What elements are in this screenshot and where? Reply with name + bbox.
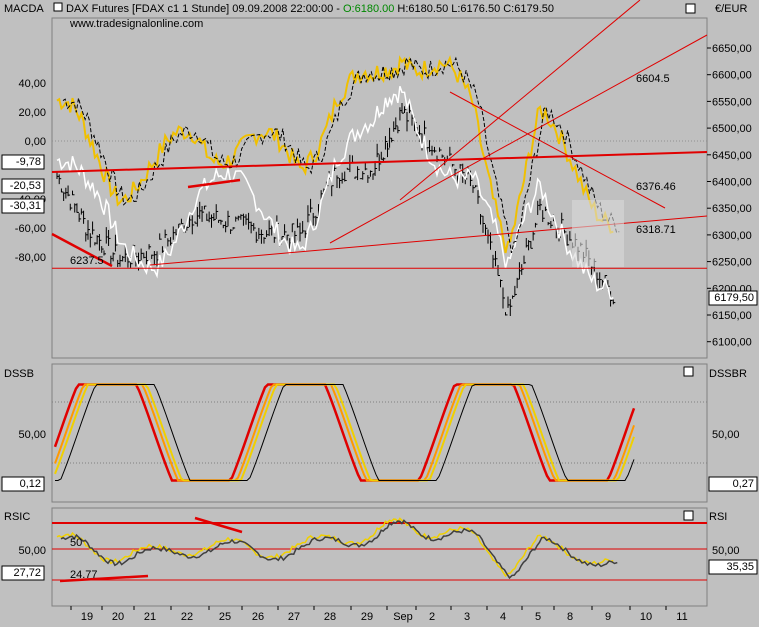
- right-tick-label: 6450,00: [712, 150, 752, 162]
- x-tick-label: 19: [81, 611, 93, 623]
- price-badge: 6179,50: [714, 292, 754, 304]
- dssb-left-tick: 50,00: [18, 429, 46, 441]
- right-tick-label: 6250,00: [712, 257, 752, 269]
- left-tick-label: 0,00: [25, 136, 46, 148]
- x-tick-label: 3: [464, 611, 470, 623]
- x-tick-label: 5: [535, 611, 541, 623]
- header-instrument-text: DAX Futures [FDAX c1 1 Stunde] 09.09.200…: [66, 3, 343, 15]
- main-left-title: MACDA: [4, 3, 44, 15]
- x-tick-label: 28: [324, 611, 336, 623]
- chart-window: MACDA DAX Futures [FDAX c1 1 Stunde] 09.…: [0, 0, 759, 627]
- dssb-right-title: DSSBR: [709, 368, 747, 380]
- left-tick-label: -80,00: [15, 252, 46, 264]
- right-tick-label: 6350,00: [712, 203, 752, 215]
- x-tick-label: 10: [640, 611, 652, 623]
- watermark: www.tradesignalonline.com: [69, 18, 203, 30]
- dssb-left-badge: 0,12: [20, 478, 41, 490]
- rsic-left-title: RSIC: [4, 511, 30, 523]
- header-instrument: DAX Futures [FDAX c1 1 Stunde] 09.09.200…: [66, 3, 554, 15]
- dssb-right-tick: 50,00: [712, 429, 740, 441]
- right-tick-label: 6150,00: [712, 310, 752, 322]
- chart-svg: MACDA DAX Futures [FDAX c1 1 Stunde] 09.…: [1, 0, 758, 623]
- x-tick-label: 26: [252, 611, 264, 623]
- x-tick-label: 20: [112, 611, 124, 623]
- x-tick-label: 8: [567, 611, 573, 623]
- rsic-left-badge: 27,72: [13, 567, 41, 579]
- dssb-left-title: DSSB: [4, 368, 34, 380]
- rsic-close-icon[interactable]: [683, 510, 694, 521]
- right-tick-label: 6500,00: [712, 123, 752, 135]
- main-right-title: €/EUR: [715, 3, 747, 15]
- left-badge-2: -20,53: [10, 180, 41, 192]
- x-tick-label: 29: [361, 611, 373, 623]
- rsi-24-annotation: 24.77: [70, 569, 98, 581]
- left-tick-label: 40,00: [18, 78, 46, 90]
- pane-close-icon[interactable]: [685, 3, 696, 14]
- rsi-50-annotation: 50: [70, 537, 82, 549]
- dssb-right-badge: 0,27: [733, 478, 754, 490]
- info-icon[interactable]: [53, 2, 63, 12]
- right-tick-label: 6600,00: [712, 70, 752, 82]
- x-tick-label: 25: [219, 611, 231, 623]
- header-hlc: H:6180.50 L:6176.50 C:6179.50: [394, 3, 554, 15]
- annotation-6318: 6318.71: [636, 224, 676, 236]
- right-tick-label: 6100,00: [712, 337, 752, 349]
- rsic-right-title: RSI: [709, 511, 727, 523]
- x-tick-label: 21: [144, 611, 156, 623]
- x-tick-label: 2: [429, 611, 435, 623]
- left-badge-3: -30,31: [10, 200, 41, 212]
- x-tick-label: 4: [500, 611, 506, 623]
- selection-box: [572, 200, 624, 267]
- rsic-right-tick: 50,00: [712, 545, 740, 557]
- left-tick-label: 20,00: [18, 107, 46, 119]
- x-tick-label: 27: [288, 611, 300, 623]
- x-tick-label: 11: [676, 611, 687, 623]
- left-tick-label: -60,00: [15, 223, 46, 235]
- annotation-6376: 6376.46: [636, 181, 676, 193]
- x-tick-label: 9: [605, 611, 611, 623]
- right-tick-label: 6400,00: [712, 177, 752, 189]
- right-tick-label: 6550,00: [712, 96, 752, 108]
- right-tick-label: 6650,00: [712, 43, 752, 55]
- main-pane[interactable]: [51, 17, 708, 359]
- left-badge-1: -9,78: [16, 156, 41, 168]
- x-tick-label: 22: [181, 611, 193, 623]
- x-tick-label: Sep: [393, 611, 413, 623]
- right-tick-label: 6300,00: [712, 230, 752, 242]
- rsic-right-badge: 35,35: [726, 561, 754, 573]
- header-open: O:6180.00: [343, 3, 394, 15]
- annotation-6604: 6604.5: [636, 73, 670, 85]
- annotation-6237: 6237.5: [70, 255, 104, 267]
- dssb-close-icon[interactable]: [683, 366, 694, 377]
- rsic-left-tick: 50,00: [18, 545, 46, 557]
